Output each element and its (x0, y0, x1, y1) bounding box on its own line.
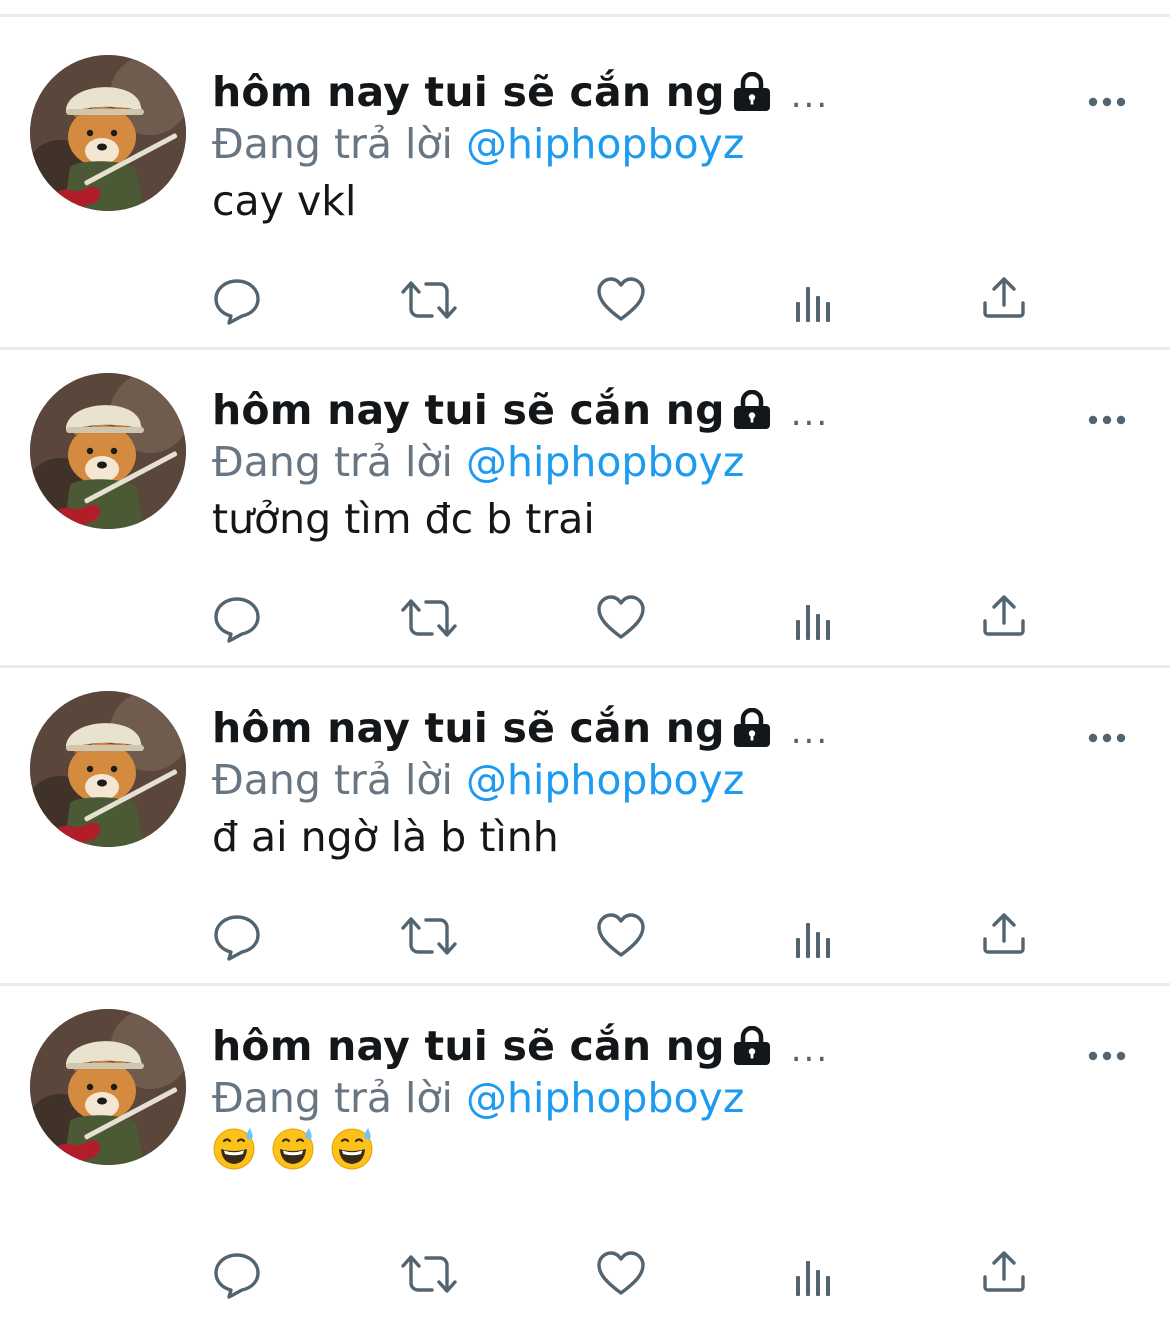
name-truncation: ... (790, 712, 830, 752)
avatar[interactable] (30, 1009, 186, 1165)
action-bar (212, 1249, 1042, 1299)
analytics-icon[interactable] (794, 601, 834, 641)
avatar[interactable] (30, 691, 186, 847)
more-options-icon[interactable] (1086, 1039, 1128, 1073)
name-truncation: ... (790, 1030, 830, 1070)
replying-to-handle[interactable]: @hiphopboyz (466, 756, 744, 804)
replying-to-label: Đang trả lời (212, 438, 453, 486)
like-icon[interactable] (596, 1249, 646, 1299)
tweet[interactable]: hôm nay tui sẽ cắn ng ... Đang trả lời @… (0, 971, 1170, 1318)
lock-icon (731, 72, 773, 112)
analytics-icon[interactable] (794, 283, 834, 323)
like-icon[interactable] (596, 911, 646, 961)
name-truncation: ... (790, 394, 830, 434)
share-icon[interactable] (982, 911, 1026, 955)
share-icon[interactable] (982, 593, 1026, 637)
reply-icon[interactable] (212, 275, 262, 325)
tweet-text: tưởng tìm đc b trai (212, 495, 595, 543)
like-icon[interactable] (596, 275, 646, 325)
tweet[interactable]: hôm nay tui sẽ cắn ng ... Đang trả lời @… (0, 335, 1170, 665)
share-icon[interactable] (982, 1249, 1026, 1293)
retweet-icon[interactable] (400, 275, 458, 325)
author-name[interactable]: hôm nay tui sẽ cắn ng (212, 68, 725, 116)
grinning-sweat-emoji (212, 1126, 256, 1170)
grinning-sweat-emoji (271, 1126, 315, 1170)
tweet-emojis (212, 1126, 374, 1170)
replying-to-handle[interactable]: @hiphopboyz (466, 438, 744, 486)
replying-to-label: Đang trả lời (212, 756, 453, 804)
replying-to-handle[interactable]: @hiphopboyz (466, 120, 744, 168)
replying-to-label: Đang trả lời (212, 1074, 453, 1122)
more-options-icon[interactable] (1086, 721, 1128, 755)
avatar[interactable] (30, 373, 186, 529)
replying-to: Đang trả lời @hiphopboyz (212, 1074, 744, 1122)
author-name[interactable]: hôm nay tui sẽ cắn ng (212, 1022, 725, 1070)
replying-to-handle[interactable]: @hiphopboyz (466, 1074, 744, 1122)
grinning-sweat-emoji (330, 1126, 374, 1170)
tweet[interactable]: hôm nay tui sẽ cắn ng ... Đang trả lời @… (0, 653, 1170, 983)
author-row: hôm nay tui sẽ cắn ng ... (212, 698, 829, 758)
reply-icon[interactable] (212, 1249, 262, 1299)
avatar[interactable] (30, 55, 186, 211)
author-name[interactable]: hôm nay tui sẽ cắn ng (212, 386, 725, 434)
replying-to: Đang trả lời @hiphopboyz (212, 756, 744, 804)
author-row: hôm nay tui sẽ cắn ng ... (212, 1016, 829, 1076)
more-options-icon[interactable] (1086, 403, 1128, 437)
author-row: hôm nay tui sẽ cắn ng ... (212, 62, 829, 122)
replying-to: Đang trả lời @hiphopboyz (212, 120, 744, 168)
analytics-icon[interactable] (794, 919, 834, 959)
reply-icon[interactable] (212, 593, 262, 643)
tweet[interactable]: hôm nay tui sẽ cắn ng ... Đang trả lời @… (0, 17, 1170, 347)
tweet-text: cay vkl (212, 177, 357, 225)
retweet-icon[interactable] (400, 1249, 458, 1299)
action-bar (212, 593, 1042, 643)
tweet-text: đ ai ngờ là b tình (212, 813, 559, 861)
more-options-icon[interactable] (1086, 85, 1128, 119)
lock-icon (731, 708, 773, 748)
analytics-icon[interactable] (794, 1257, 834, 1297)
retweet-icon[interactable] (400, 911, 458, 961)
lock-icon (731, 390, 773, 430)
author-name[interactable]: hôm nay tui sẽ cắn ng (212, 704, 725, 752)
retweet-icon[interactable] (400, 593, 458, 643)
action-bar (212, 911, 1042, 961)
author-row: hôm nay tui sẽ cắn ng ... (212, 380, 829, 440)
reply-icon[interactable] (212, 911, 262, 961)
like-icon[interactable] (596, 593, 646, 643)
name-truncation: ... (790, 76, 830, 116)
action-bar (212, 275, 1042, 325)
replying-to: Đang trả lời @hiphopboyz (212, 438, 744, 486)
replying-to-label: Đang trả lời (212, 120, 453, 168)
share-icon[interactable] (982, 275, 1026, 319)
lock-icon (731, 1026, 773, 1066)
